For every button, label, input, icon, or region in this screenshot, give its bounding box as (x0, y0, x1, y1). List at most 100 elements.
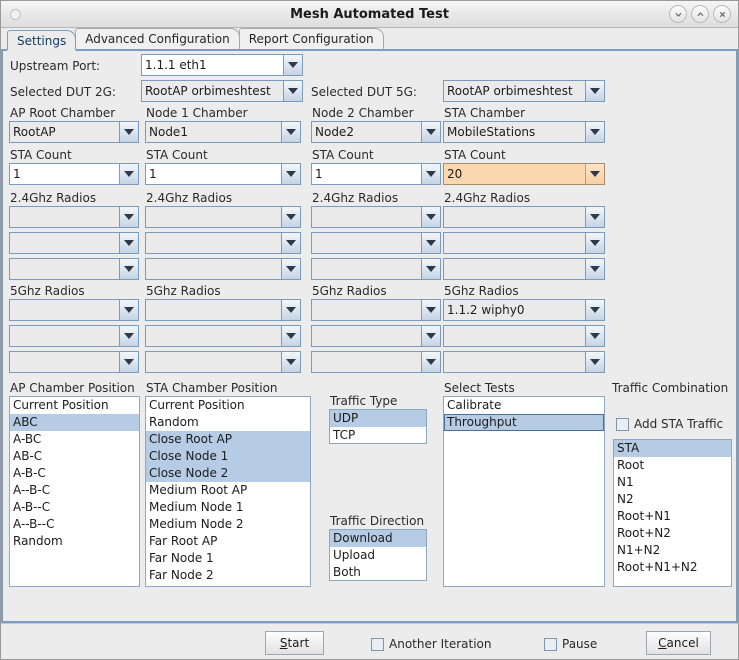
list-item[interactable]: Far Root AP (146, 533, 310, 550)
start-button[interactable]: Start (265, 631, 324, 655)
radio-24ghz-combo-1-1[interactable] (9, 206, 139, 228)
chevron-down-icon[interactable] (585, 81, 604, 101)
list-item[interactable]: N1 (614, 474, 731, 491)
list-item[interactable]: Close Root AP (146, 431, 310, 448)
list-item[interactable]: Root (614, 457, 731, 474)
checkbox-box[interactable] (544, 637, 557, 651)
chevron-down-icon[interactable] (421, 259, 440, 279)
radio-5ghz-combo-4-1[interactable]: 1.1.2 wiphy0 (443, 299, 605, 321)
list-item[interactable]: TCP (330, 427, 426, 443)
chevron-down-icon[interactable] (119, 326, 138, 346)
select-tests-list[interactable]: Calibrate Throughput (443, 396, 605, 587)
node-2-chamber-combo[interactable]: Node2 (311, 121, 441, 143)
list-item[interactable]: ABC (10, 414, 139, 431)
list-item[interactable]: AB-C (10, 448, 139, 465)
checkbox-box[interactable] (371, 637, 384, 651)
chevron-down-icon[interactable] (585, 233, 604, 253)
sta-chamber-position-list[interactable]: Current Position Random Close Root AP Cl… (145, 396, 311, 587)
list-item[interactable]: A--B--C (10, 516, 139, 533)
chevron-down-icon[interactable] (585, 207, 604, 227)
chevron-down-icon[interactable] (281, 207, 300, 227)
radio-5ghz-combo-2-2[interactable] (145, 325, 301, 347)
chevron-down-icon[interactable] (421, 300, 440, 320)
selected-dut-5g-combo[interactable]: RootAP orbimeshtest (443, 80, 605, 102)
checkbox-box[interactable] (616, 417, 629, 431)
list-item[interactable]: UDP (330, 410, 426, 427)
traffic-combination-list[interactable]: STA Root N1 N2 Root+N1 Root+N2 N1+N2 Roo… (613, 439, 732, 587)
chevron-down-icon[interactable] (281, 326, 300, 346)
tab-report-configuration[interactable]: Report Configuration (238, 28, 384, 49)
maximize-button[interactable] (691, 5, 709, 23)
radio-24ghz-combo-2-2[interactable] (145, 232, 301, 254)
list-item[interactable]: A--B-C (10, 482, 139, 499)
chevron-down-icon[interactable] (585, 122, 604, 142)
radio-24ghz-combo-3-1[interactable] (311, 206, 441, 228)
list-item[interactable]: A-B-C (10, 465, 139, 482)
add-sta-traffic-checkbox[interactable]: Add STA Traffic (616, 417, 723, 431)
radio-5ghz-combo-2-3[interactable] (145, 351, 301, 373)
radio-5ghz-combo-3-2[interactable] (311, 325, 441, 347)
chevron-down-icon[interactable] (421, 233, 440, 253)
chevron-down-icon[interactable] (283, 81, 302, 101)
list-item[interactable]: A-B--C (10, 499, 139, 516)
chevron-down-icon[interactable] (585, 164, 604, 184)
pause-checkbox[interactable]: Pause (544, 637, 597, 651)
chevron-down-icon[interactable] (421, 207, 440, 227)
another-iteration-checkbox[interactable]: Another Iteration (371, 637, 492, 651)
chevron-down-icon[interactable] (281, 233, 300, 253)
radio-24ghz-combo-2-1[interactable] (145, 206, 301, 228)
sta-count-combo-1[interactable]: 1 (9, 163, 139, 185)
list-item[interactable]: A-BC (10, 431, 139, 448)
chevron-down-icon[interactable] (119, 259, 138, 279)
cancel-button[interactable]: Cancel (646, 631, 711, 655)
ap-root-chamber-combo[interactable]: RootAP (9, 121, 139, 143)
tab-settings[interactable]: Settings (7, 30, 77, 51)
chevron-down-icon[interactable] (281, 122, 300, 142)
radio-24ghz-combo-1-3[interactable] (9, 258, 139, 280)
chevron-down-icon[interactable] (119, 164, 138, 184)
list-item[interactable]: Upload (330, 547, 426, 564)
radio-5ghz-combo-1-3[interactable] (9, 351, 139, 373)
tab-advanced-configuration[interactable]: Advanced Configuration (75, 28, 240, 49)
chevron-down-icon[interactable] (585, 300, 604, 320)
sta-chamber-combo[interactable]: MobileStations (443, 121, 605, 143)
chevron-down-icon[interactable] (421, 164, 440, 184)
list-item[interactable]: Root+N2 (614, 525, 731, 542)
chevron-down-icon[interactable] (281, 352, 300, 372)
chevron-down-icon[interactable] (421, 122, 440, 142)
chevron-down-icon[interactable] (281, 300, 300, 320)
list-item[interactable]: Throughput (444, 414, 604, 431)
chevron-down-icon[interactable] (281, 259, 300, 279)
chevron-down-icon[interactable] (119, 352, 138, 372)
radio-5ghz-combo-4-2[interactable] (443, 325, 605, 347)
list-item[interactable]: Root+N1 (614, 508, 731, 525)
radio-5ghz-combo-2-1[interactable] (145, 299, 301, 321)
list-item[interactable]: Current Position (10, 397, 139, 414)
list-item[interactable]: Far Node 1 (146, 550, 310, 567)
chevron-down-icon[interactable] (585, 352, 604, 372)
list-item[interactable]: Download (330, 530, 426, 547)
chevron-down-icon[interactable] (281, 164, 300, 184)
chevron-down-icon[interactable] (421, 326, 440, 346)
radio-5ghz-combo-1-1[interactable] (9, 299, 139, 321)
list-item[interactable]: Root+N1+N2 (614, 559, 731, 576)
list-item[interactable]: N2 (614, 491, 731, 508)
sta-count-combo-2[interactable]: 1 (145, 163, 301, 185)
list-item[interactable]: Close Node 2 (146, 465, 310, 482)
traffic-direction-list[interactable]: Download Upload Both (329, 529, 427, 581)
chevron-down-icon[interactable] (585, 259, 604, 279)
radio-5ghz-combo-1-2[interactable] (9, 325, 139, 347)
chevron-down-icon[interactable] (283, 55, 302, 75)
window-menu-icon[interactable] (10, 8, 21, 20)
radio-24ghz-combo-2-3[interactable] (145, 258, 301, 280)
chevron-down-icon[interactable] (119, 207, 138, 227)
chevron-down-icon[interactable] (585, 326, 604, 346)
list-item[interactable]: Calibrate (444, 397, 604, 414)
radio-24ghz-combo-4-3[interactable] (443, 258, 605, 280)
ap-chamber-position-list[interactable]: Current Position ABC A-BC AB-C A-B-C A--… (9, 396, 140, 587)
list-item[interactable]: Random (10, 533, 139, 550)
sta-count-combo-4[interactable]: 20 (443, 163, 605, 185)
list-item[interactable]: N1+N2 (614, 542, 731, 559)
list-item[interactable]: Medium Node 2 (146, 516, 310, 533)
radio-24ghz-combo-1-2[interactable] (9, 232, 139, 254)
